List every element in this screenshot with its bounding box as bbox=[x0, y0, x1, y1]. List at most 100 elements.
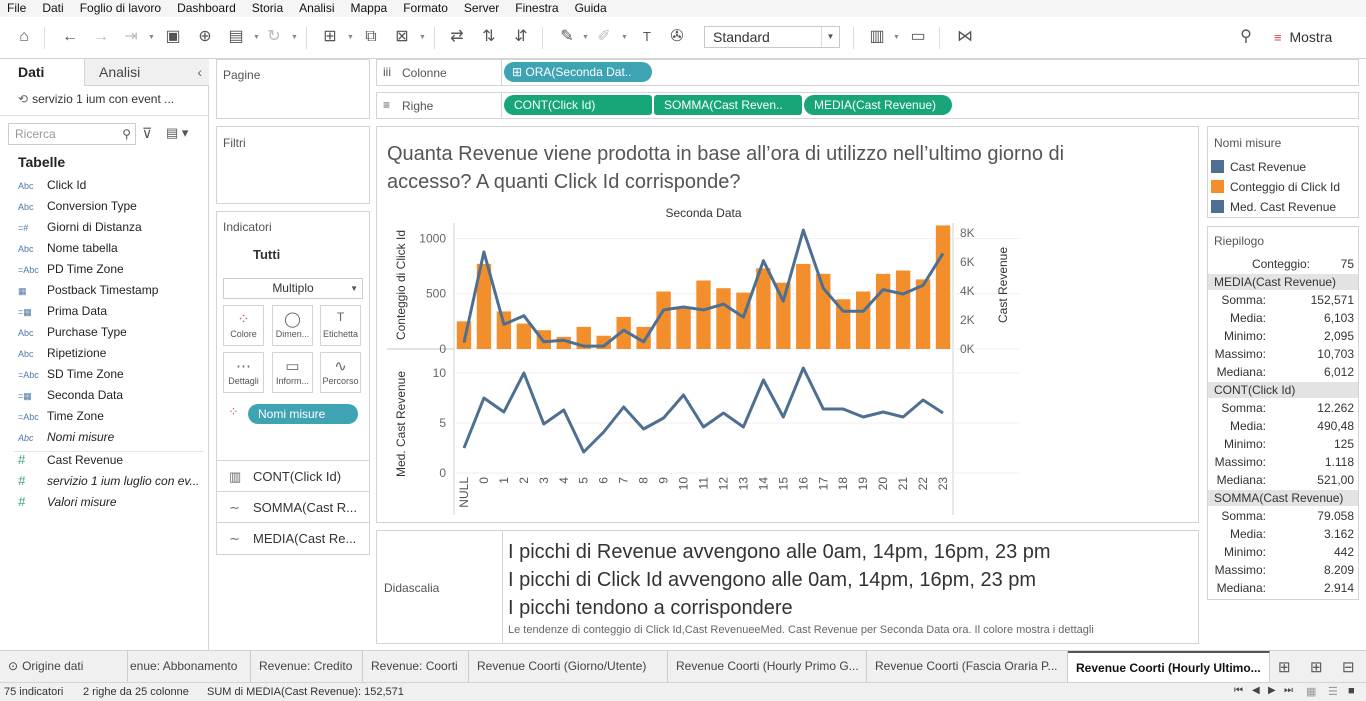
tab-sheet[interactable]: Revenue Coorti (Fascia Oraria P... bbox=[867, 651, 1068, 683]
tab-data-source[interactable]: ⊙ Origine dati bbox=[0, 651, 128, 683]
menu-format[interactable]: Formato bbox=[395, 0, 456, 17]
tab-sheet[interactable]: Revenue: Coorti bbox=[363, 651, 469, 683]
field-conversion-type[interactable]: Abc Conversion Type bbox=[18, 196, 206, 216]
legend-item-click-count[interactable]: Conteggio di Click Id bbox=[1211, 177, 1340, 197]
filter-icon[interactable]: ⊽ bbox=[142, 125, 152, 142]
size-button[interactable]: ◯ Dimen... bbox=[272, 305, 313, 346]
field-record-count[interactable]: # servizio 1 ium luglio con ev... bbox=[18, 471, 206, 491]
tab-sheet[interactable]: enue: Abbonamento bbox=[128, 651, 251, 683]
field-prima-data[interactable]: =▦ Prima Data bbox=[18, 301, 206, 321]
tab-sheet[interactable]: Revenue Coorti (Hourly Primo G... bbox=[668, 651, 867, 683]
fit-select[interactable]: Standard ▼ bbox=[704, 26, 840, 48]
nav-next-icon[interactable]: ▶ bbox=[1268, 685, 1276, 696]
pin-axes-icon[interactable]: ✇ bbox=[667, 27, 687, 47]
chevron-down-icon[interactable]: ▼ bbox=[291, 34, 298, 41]
menu-map[interactable]: Mappa bbox=[343, 0, 396, 17]
mark-type-select[interactable]: Multiplo ▼ bbox=[223, 278, 363, 299]
new-datasource-icon[interactable]: ⊕ bbox=[195, 27, 215, 47]
tab-sheet[interactable]: Revenue Coorti (Giorno/Utente) bbox=[469, 651, 668, 683]
clear-sheet-icon[interactable]: ⊠ bbox=[392, 27, 412, 47]
search-input[interactable]: Ricerca ⚲ bbox=[8, 123, 136, 145]
marks-row-avg-cast-revenue[interactable]: ∼ MEDIA(Cast Re... bbox=[217, 522, 369, 553]
menu-window[interactable]: Finestra bbox=[507, 0, 566, 17]
group-members-icon[interactable]: ✐ bbox=[594, 27, 614, 47]
grid-view-icon[interactable]: ▦ bbox=[1306, 685, 1316, 698]
pause-updates-icon[interactable]: ▤ bbox=[226, 27, 246, 47]
chevron-down-icon[interactable]: ▼ bbox=[148, 34, 155, 41]
redo-icon[interactable]: → bbox=[91, 27, 111, 47]
presentation-mode-icon[interactable]: ▭ bbox=[908, 27, 928, 47]
chevron-down-icon[interactable]: ▼ bbox=[621, 34, 628, 41]
path-button[interactable]: ∿ Percorso bbox=[320, 352, 361, 393]
tab-sheet-active[interactable]: Revenue Coorti (Hourly Ultimo... bbox=[1068, 651, 1270, 683]
menu-dashboard[interactable]: Dashboard bbox=[169, 0, 244, 17]
field-seconda-data[interactable]: =▦ Seconda Data bbox=[18, 385, 206, 405]
menu-story[interactable]: Storia bbox=[244, 0, 291, 17]
chevron-down-icon[interactable]: ▼ bbox=[582, 34, 589, 41]
new-story-icon[interactable]: ⊟ bbox=[1342, 658, 1355, 676]
marks-all-tab[interactable]: Tutti bbox=[253, 247, 280, 262]
menu-help[interactable]: Guida bbox=[567, 0, 615, 17]
rows-pill-count-click-id[interactable]: CONT(Click Id) bbox=[504, 95, 652, 115]
menu-analysis[interactable]: Analisi bbox=[291, 0, 342, 17]
chevron-down-icon[interactable]: ▼ bbox=[893, 34, 900, 41]
filmstrip-view-icon[interactable]: ■ bbox=[1348, 685, 1355, 697]
new-dashboard-icon[interactable]: ⊞ bbox=[1310, 658, 1323, 676]
menu-file[interactable]: File bbox=[0, 0, 34, 17]
sort-descending-icon[interactable]: ⇵ bbox=[511, 27, 531, 47]
nav-prev-icon[interactable]: ◀ bbox=[1252, 685, 1260, 696]
sort-ascending-icon[interactable]: ⇅ bbox=[479, 27, 499, 47]
tab-analytics[interactable]: Analisi ‹ bbox=[84, 59, 209, 86]
refresh-icon[interactable]: ↻ bbox=[264, 27, 284, 47]
view-options-icon[interactable]: ▤ ▾ bbox=[166, 125, 188, 141]
field-sd-time-zone[interactable]: =Abc SD Time Zone bbox=[18, 364, 206, 384]
show-mark-labels-icon[interactable]: T bbox=[637, 27, 657, 47]
bookmark-icon[interactable]: ⚲ bbox=[1236, 27, 1256, 47]
chart-svg[interactable]: Seconda Data050010000K2K4K6K8K0510Conteg… bbox=[377, 127, 1198, 522]
color-button[interactable]: ⁘ Colore bbox=[223, 305, 264, 346]
legend-item-cast-revenue[interactable]: Cast Revenue bbox=[1211, 157, 1306, 177]
tab-sheet[interactable]: Revenue: Credito bbox=[251, 651, 363, 683]
tooltip-button[interactable]: ▭ Inform... bbox=[272, 352, 313, 393]
collapse-icon[interactable]: ‹ bbox=[197, 59, 202, 85]
field-giorni-di-distanza[interactable]: =# Giorni di Distanza bbox=[18, 217, 206, 237]
label-button[interactable]: T Etichetta bbox=[320, 305, 361, 346]
new-worksheet-icon[interactable]: ⊞ bbox=[1278, 658, 1291, 676]
measure-names-legend[interactable]: Nomi misure Cast Revenue Conteggio di Cl… bbox=[1207, 126, 1359, 218]
show-cards-icon[interactable]: ▥ bbox=[867, 27, 887, 47]
highlight-icon[interactable]: ✎ bbox=[557, 27, 577, 47]
marks-row-sum-cast-revenue[interactable]: ∼ SOMMA(Cast R... bbox=[217, 491, 369, 522]
chevron-down-icon[interactable]: ▼ bbox=[253, 34, 260, 41]
replay-icon[interactable]: ⇥ bbox=[121, 27, 141, 47]
columns-pill-hour[interactable]: ⊞ ORA(Seconda Dat.. bbox=[504, 62, 652, 82]
field-postback-timestamp[interactable]: ▦ Postback Timestamp bbox=[18, 280, 206, 300]
nav-first-icon[interactable]: ⏮ bbox=[1234, 685, 1243, 696]
legend-item-avg-cast-revenue[interactable]: Med. Cast Revenue bbox=[1211, 197, 1336, 217]
menu-server[interactable]: Server bbox=[456, 0, 507, 17]
detail-button[interactable]: ⋯ Dettagli bbox=[223, 352, 264, 393]
chevron-down-icon[interactable]: ▼ bbox=[419, 34, 426, 41]
swap-rows-columns-icon[interactable]: ⇄ bbox=[447, 27, 467, 47]
rows-pill-sum-cast-revenue[interactable]: SOMMA(Cast Reven.. bbox=[654, 95, 802, 115]
menu-worksheet[interactable]: Foglio di lavoro bbox=[72, 0, 169, 17]
share-icon[interactable]: ⋈ bbox=[955, 27, 975, 47]
field-time-zone[interactable]: =Abc Time Zone bbox=[18, 406, 206, 426]
pages-shelf[interactable]: Pagine bbox=[216, 59, 370, 119]
field-cast-revenue[interactable]: # Cast Revenue bbox=[18, 450, 206, 470]
field-valori-misure[interactable]: # Valori misure bbox=[18, 492, 206, 512]
field-nome-tabella[interactable]: Abc Nome tabella bbox=[18, 238, 206, 258]
save-icon[interactable]: ▣ bbox=[163, 27, 183, 47]
field-click-id[interactable]: Abc Click Id bbox=[18, 175, 206, 195]
datasource[interactable]: ⟲ servizio 1 ium con event ... bbox=[18, 92, 204, 106]
home-icon[interactable]: ⌂ bbox=[14, 27, 34, 47]
tab-data[interactable]: Dati bbox=[0, 59, 84, 86]
filters-shelf[interactable]: Filtri bbox=[216, 126, 370, 204]
rows-pill-avg-cast-revenue[interactable]: MEDIA(Cast Revenue) bbox=[804, 95, 952, 115]
field-pd-time-zone[interactable]: =Abc PD Time Zone bbox=[18, 259, 206, 279]
menu-data[interactable]: Dati bbox=[34, 0, 71, 17]
duplicate-sheet-icon[interactable]: ⧉ bbox=[361, 27, 381, 47]
field-nomi-misure[interactable]: Abc Nomi misure bbox=[18, 427, 206, 447]
show-me-button[interactable]: ≡ Mostra bbox=[1274, 27, 1354, 47]
marks-row-count-click-id[interactable]: ▥ CONT(Click Id) bbox=[217, 460, 369, 491]
undo-icon[interactable]: ← bbox=[60, 27, 80, 47]
